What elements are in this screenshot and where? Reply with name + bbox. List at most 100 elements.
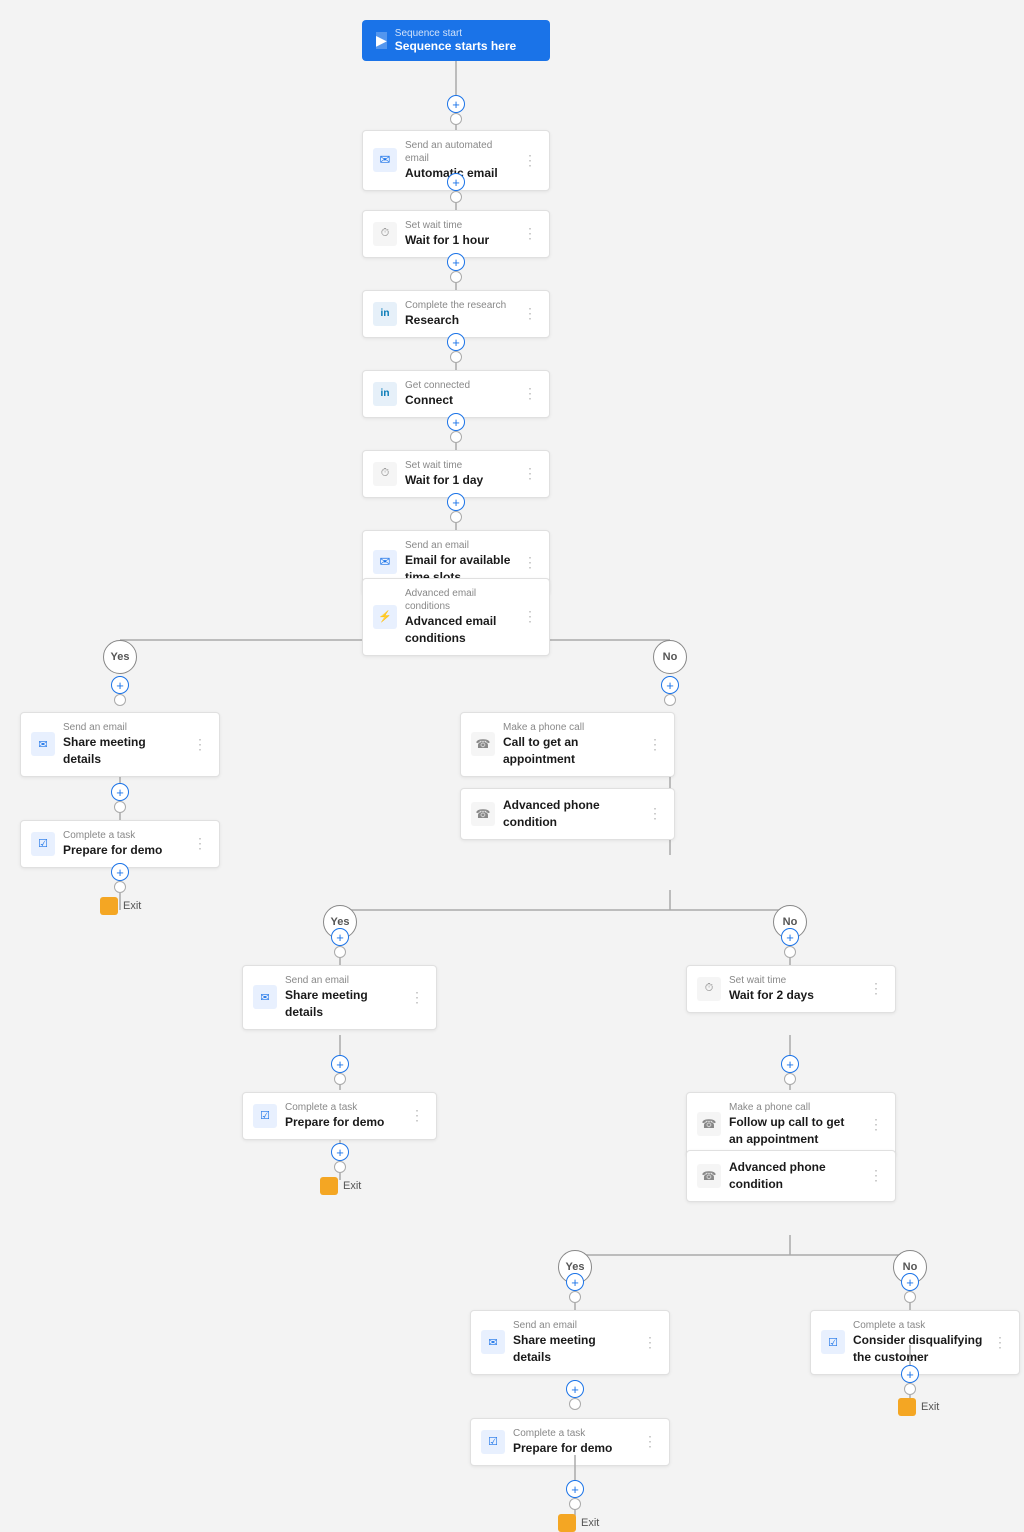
phone-icon-1: ☎ [471, 732, 495, 756]
circle-no3a [904, 1291, 916, 1303]
no2-followup-menu[interactable]: ⋮ [867, 1116, 885, 1133]
add-btn-yes2a[interactable]: + [331, 928, 349, 946]
adv-phone-2-menu[interactable]: ⋮ [867, 1167, 885, 1184]
yes-demo-title: Prepare for demo [63, 842, 183, 859]
yes3-prepare-demo-node: ☑ Complete a task Prepare for demo ⋮ [470, 1418, 670, 1466]
yes-share-label: Send an email [63, 721, 183, 734]
add-button-2[interactable]: + [447, 173, 465, 191]
add-btn-yes3[interactable]: + [111, 863, 129, 881]
yes2-share-title: Share meeting details [285, 987, 400, 1021]
add-button-6[interactable]: + [447, 493, 465, 511]
yes-branch-label-1: Yes [103, 640, 137, 674]
no2-followup-title: Follow up call to get an appointment [729, 1114, 859, 1148]
add-btn-yes3b[interactable]: + [566, 1380, 584, 1398]
email-icon-1: ✉ [373, 148, 397, 172]
wait-icon-3: ⏱ [697, 977, 721, 1001]
yes-prepare-demo-node: ☑ Complete a task Prepare for demo ⋮ [20, 820, 220, 868]
wait-1hour-title: Wait for 1 hour [405, 232, 513, 249]
task-icon-1: ☑ [31, 832, 55, 856]
add-btn-yes3c[interactable]: + [566, 1480, 584, 1498]
yes-share-title: Share meeting details [63, 734, 183, 768]
start-label: Sequence start [395, 28, 516, 39]
advanced-email-icon: ⚡ [373, 605, 397, 629]
research-menu[interactable]: ⋮ [521, 305, 539, 322]
task-icon-4: ☑ [821, 1330, 845, 1354]
auto-email-menu[interactable]: ⋮ [521, 152, 539, 169]
no2-wait-node: ⏱ Set wait time Wait for 2 days ⋮ [686, 965, 896, 1013]
start-title: Sequence starts here [395, 39, 516, 53]
email-icon-4: ✉ [253, 985, 277, 1009]
circle-no1 [664, 694, 676, 706]
yes2-demo-label: Complete a task [285, 1101, 400, 1114]
exit-icon-4 [898, 1398, 916, 1416]
circle-yes3a [569, 1291, 581, 1303]
yes3-demo-label: Complete a task [513, 1427, 633, 1440]
circle-no2b [784, 1073, 796, 1085]
no-call-label: Make a phone call [503, 721, 638, 734]
circle-yes2c [334, 1161, 346, 1173]
yes-share-meeting-node: ✉ Send an email Share meeting details ⋮ [20, 712, 220, 777]
circle-4 [450, 351, 462, 363]
no3-disq-label: Complete a task [853, 1319, 983, 1332]
yes2-share-menu[interactable]: ⋮ [408, 989, 426, 1006]
exit-yes3: Exit [558, 1514, 599, 1532]
add-btn-no2a[interactable]: + [781, 928, 799, 946]
no3-disq-menu[interactable]: ⋮ [991, 1334, 1009, 1351]
email-icon-3: ✉ [31, 732, 55, 756]
email-icon-5: ✉ [481, 1330, 505, 1354]
no2-wait-title: Wait for 2 days [729, 987, 859, 1004]
connect-title: Connect [405, 392, 513, 409]
no-call-node: ☎ Make a phone call Call to get an appoi… [460, 712, 675, 777]
flow-canvas: ▶ Sequence start Sequence starts here + … [0, 0, 1024, 1439]
adv-phone-2-title: Advanced phone condition [729, 1159, 859, 1193]
circle-yes3b [569, 1398, 581, 1410]
adv-phone-1-title: Advanced phone condition [503, 797, 638, 831]
add-button-3[interactable]: + [447, 253, 465, 271]
yes3-demo-menu[interactable]: ⋮ [641, 1433, 659, 1450]
wait-icon-1: ⏱ [373, 222, 397, 246]
wait-icon-2: ⏱ [373, 462, 397, 486]
circle-no2a [784, 946, 796, 958]
add-btn-no3a[interactable]: + [901, 1273, 919, 1291]
no-call-menu[interactable]: ⋮ [646, 736, 664, 753]
phone-icon-3: ☎ [697, 1112, 721, 1136]
add-btn-no3b[interactable]: + [901, 1365, 919, 1383]
yes2-demo-menu[interactable]: ⋮ [408, 1107, 426, 1124]
add-btn-yes2b[interactable]: + [331, 1055, 349, 1073]
add-btn-yes2[interactable]: + [111, 783, 129, 801]
phone-icon-2: ☎ [471, 802, 495, 826]
adv-phone-1-menu[interactable]: ⋮ [646, 805, 664, 822]
yes2-prepare-demo-node: ☑ Complete a task Prepare for demo ⋮ [242, 1092, 437, 1140]
wait-1hour-menu[interactable]: ⋮ [521, 225, 539, 242]
circle-2 [450, 191, 462, 203]
sequence-start-node: ▶ Sequence start Sequence starts here [362, 20, 550, 61]
add-btn-yes3a[interactable]: + [566, 1273, 584, 1291]
add-btn-yes2c[interactable]: + [331, 1143, 349, 1161]
yes2-share-label: Send an email [285, 974, 400, 987]
add-btn-no2b[interactable]: + [781, 1055, 799, 1073]
add-button-4[interactable]: + [447, 333, 465, 351]
yes3-demo-title: Prepare for demo [513, 1440, 633, 1457]
yes-share-menu[interactable]: ⋮ [191, 736, 209, 753]
adv-email-label: Advanced email conditions [405, 587, 513, 613]
phone-icon-4: ☎ [697, 1164, 721, 1188]
research-icon: in [373, 302, 397, 326]
task-icon-3: ☑ [481, 1430, 505, 1454]
wait-1day-menu[interactable]: ⋮ [521, 465, 539, 482]
connect-label: Get connected [405, 379, 513, 392]
connect-menu[interactable]: ⋮ [521, 385, 539, 402]
yes-demo-label: Complete a task [63, 829, 183, 842]
circle-yes2b [334, 1073, 346, 1085]
adv-email-menu[interactable]: ⋮ [521, 608, 539, 625]
connect-node: in Get connected Connect ⋮ [362, 370, 550, 418]
circle-no3b [904, 1383, 916, 1395]
advanced-email-node: ⚡ Advanced email conditions Advanced ema… [362, 578, 550, 656]
add-btn-no1[interactable]: + [661, 676, 679, 694]
email-ts-menu[interactable]: ⋮ [521, 554, 539, 571]
yes3-share-menu[interactable]: ⋮ [641, 1334, 659, 1351]
add-btn-yes1[interactable]: + [111, 676, 129, 694]
add-button-1[interactable]: + [447, 95, 465, 113]
yes-demo-menu[interactable]: ⋮ [191, 835, 209, 852]
no2-wait-menu[interactable]: ⋮ [867, 980, 885, 997]
add-button-5[interactable]: + [447, 413, 465, 431]
